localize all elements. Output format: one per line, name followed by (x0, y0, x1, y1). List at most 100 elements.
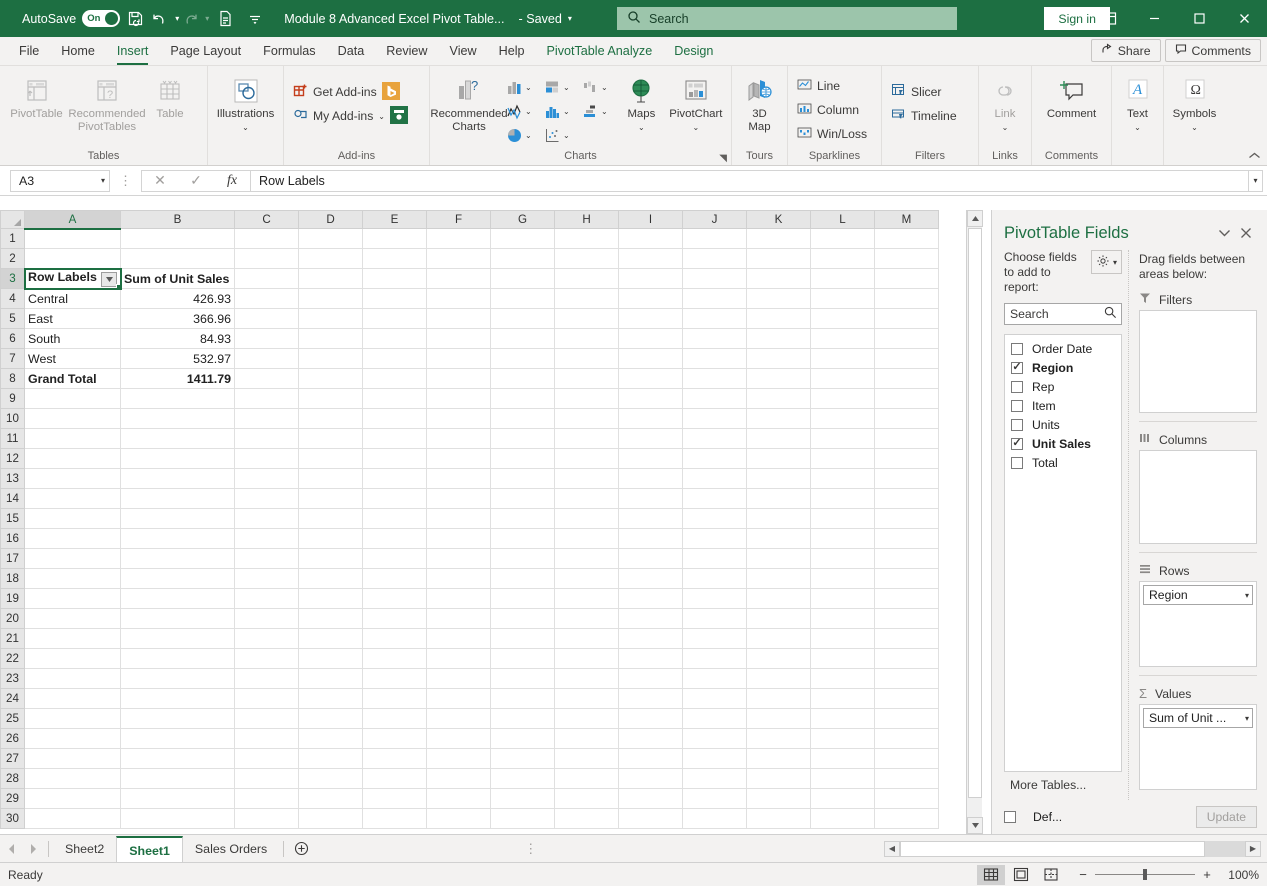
cell-D27[interactable] (298, 748, 363, 769)
my-addins-chevron-down-icon[interactable]: ⌄ (378, 112, 385, 121)
tab-help[interactable]: Help (488, 38, 536, 65)
cell-E23[interactable] (362, 668, 427, 689)
cell-A19[interactable] (24, 588, 121, 609)
field-checkbox[interactable] (1011, 361, 1023, 374)
comment-button[interactable]: Comment (1036, 71, 1107, 124)
field-checkbox[interactable] (1011, 437, 1023, 450)
cell-G19[interactable] (490, 588, 555, 609)
cell-E2[interactable] (362, 248, 427, 269)
column-header-m[interactable]: M (874, 210, 939, 229)
cell-L22[interactable] (810, 648, 875, 669)
cell-M21[interactable] (874, 628, 939, 649)
previous-sheet-icon[interactable] (0, 836, 22, 862)
row-header-4[interactable]: 4 (0, 288, 25, 309)
cell-C7[interactable] (234, 348, 299, 369)
cell-F11[interactable] (426, 428, 491, 449)
cell-J13[interactable] (682, 468, 747, 489)
cell-G28[interactable] (490, 768, 555, 789)
column-header-g[interactable]: G (490, 210, 555, 229)
cell-M1[interactable] (874, 228, 939, 249)
tab-file[interactable]: File (8, 38, 50, 65)
row-header-10[interactable]: 10 (0, 408, 25, 429)
cell-C13[interactable] (234, 468, 299, 489)
cell-K21[interactable] (746, 628, 811, 649)
cell-C3[interactable] (234, 268, 299, 289)
cell-E24[interactable] (362, 688, 427, 709)
cell-D15[interactable] (298, 508, 363, 529)
cell-D1[interactable] (298, 228, 363, 249)
cell-F17[interactable] (426, 548, 491, 569)
cell-A20[interactable] (24, 608, 121, 629)
field-item-rep[interactable]: Rep (1005, 377, 1121, 396)
expand-formula-bar-icon[interactable]: ▾ (1249, 169, 1263, 192)
cell-K22[interactable] (746, 648, 811, 669)
cell-B7[interactable]: 532.97 (120, 348, 235, 369)
cell-B15[interactable] (120, 508, 235, 529)
cell-K4[interactable] (746, 288, 811, 309)
row-header-9[interactable]: 9 (0, 388, 25, 409)
cell-J19[interactable] (682, 588, 747, 609)
cell-H14[interactable] (554, 488, 619, 509)
cell-D13[interactable] (298, 468, 363, 489)
cell-F25[interactable] (426, 708, 491, 729)
cell-G7[interactable] (490, 348, 555, 369)
cell-C1[interactable] (234, 228, 299, 249)
cell-E27[interactable] (362, 748, 427, 769)
vertical-scroll-thumb[interactable] (968, 228, 982, 798)
cell-D28[interactable] (298, 768, 363, 789)
row-header-6[interactable]: 6 (0, 328, 25, 349)
cell-J2[interactable] (682, 248, 747, 269)
cell-I19[interactable] (618, 588, 683, 609)
cell-E22[interactable] (362, 648, 427, 669)
cell-D18[interactable] (298, 568, 363, 589)
cell-A29[interactable] (24, 788, 121, 809)
row-header-23[interactable]: 23 (0, 668, 25, 689)
cell-H21[interactable] (554, 628, 619, 649)
cell-I18[interactable] (618, 568, 683, 589)
cell-K7[interactable] (746, 348, 811, 369)
zoom-track[interactable] (1095, 869, 1195, 880)
cell-D17[interactable] (298, 548, 363, 569)
zoom-slider[interactable]: − + (1077, 867, 1213, 882)
cell-D19[interactable] (298, 588, 363, 609)
cell-A10[interactable] (24, 408, 121, 429)
cell-L5[interactable] (810, 308, 875, 329)
cell-F18[interactable] (426, 568, 491, 589)
scroll-down-button[interactable] (967, 817, 983, 834)
cell-B18[interactable] (120, 568, 235, 589)
field-search-input[interactable]: Search (1004, 303, 1122, 325)
cell-K18[interactable] (746, 568, 811, 589)
cell-G10[interactable] (490, 408, 555, 429)
tab-insert[interactable]: Insert (106, 38, 160, 65)
tab-view[interactable]: View (439, 38, 488, 65)
cell-K24[interactable] (746, 688, 811, 709)
cell-F24[interactable] (426, 688, 491, 709)
cell-B27[interactable] (120, 748, 235, 769)
cell-M3[interactable] (874, 268, 939, 289)
row-header-8[interactable]: 8 (0, 368, 25, 389)
cell-H16[interactable] (554, 528, 619, 549)
collapse-ribbon-icon[interactable] (1248, 149, 1261, 163)
cell-M27[interactable] (874, 748, 939, 769)
cell-K12[interactable] (746, 448, 811, 469)
cell-D20[interactable] (298, 608, 363, 629)
cell-C15[interactable] (234, 508, 299, 529)
cell-J11[interactable] (682, 428, 747, 449)
cell-L13[interactable] (810, 468, 875, 489)
cell-G14[interactable] (490, 488, 555, 509)
cell-H18[interactable] (554, 568, 619, 589)
column-header-c[interactable]: C (234, 210, 299, 229)
scroll-up-button[interactable] (967, 210, 983, 227)
cell-B19[interactable] (120, 588, 235, 609)
cell-B17[interactable] (120, 548, 235, 569)
cell-E7[interactable] (362, 348, 427, 369)
quick-print-icon[interactable] (210, 5, 240, 33)
cell-E8[interactable] (362, 368, 427, 389)
cell-E28[interactable] (362, 768, 427, 789)
cell-M14[interactable] (874, 488, 939, 509)
cell-G9[interactable] (490, 388, 555, 409)
cell-H23[interactable] (554, 668, 619, 689)
cell-M5[interactable] (874, 308, 939, 329)
3d-map-button[interactable]: 3D Map (736, 71, 783, 137)
confirm-edit-icon[interactable]: ✓ (178, 171, 214, 191)
